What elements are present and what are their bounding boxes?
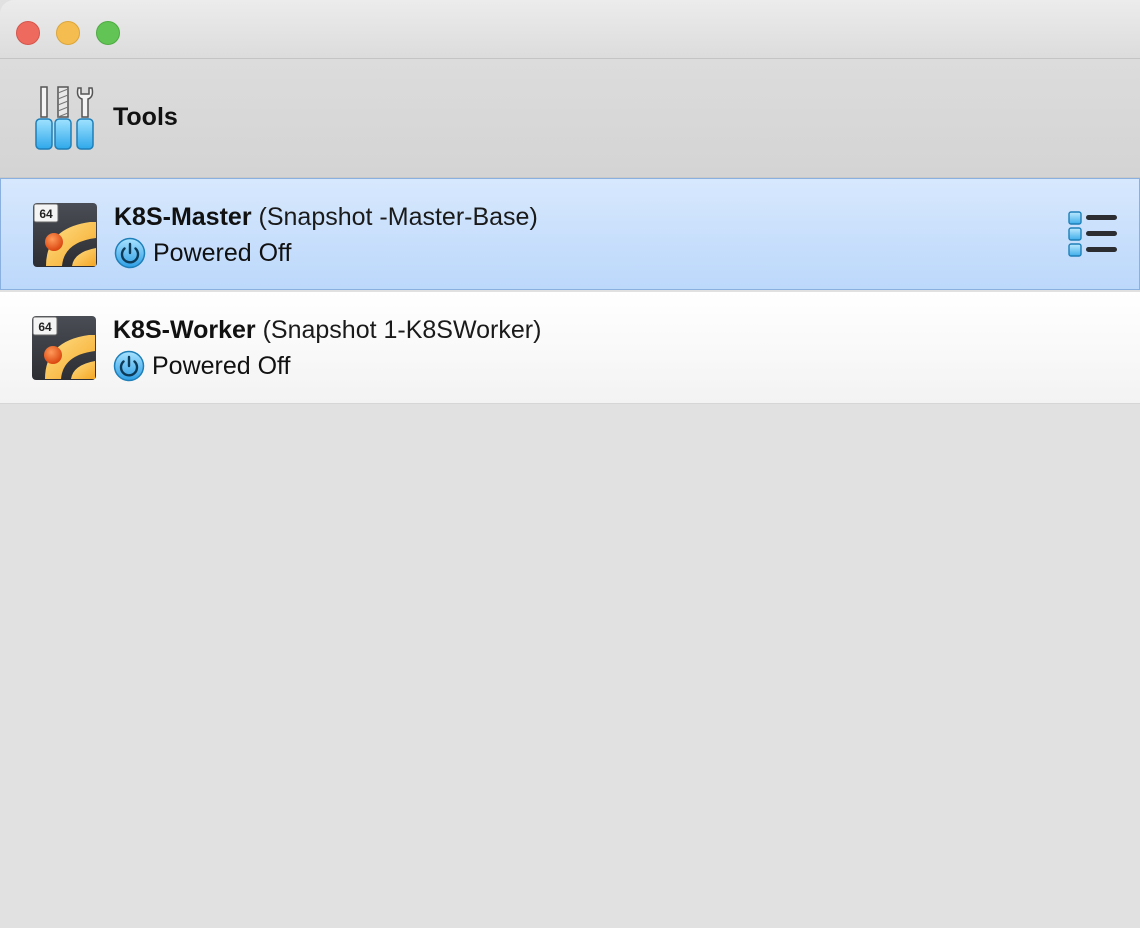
vm-os-icon: 64	[32, 316, 96, 380]
vm-state: Powered Off	[113, 350, 291, 382]
vm-title: K8S-Worker (Snapshot 1-K8SWorker)	[113, 316, 541, 345]
vm-state-label: Powered Off	[152, 351, 291, 380]
arch-badge-64: 64	[39, 207, 53, 221]
vm-state: Powered Off	[114, 237, 292, 269]
close-window-button[interactable]	[16, 21, 40, 45]
vm-os-icon: 64	[33, 203, 97, 267]
virtualbox-window: Tools 64 K8S-Master (Snapshot -Master-Ba…	[0, 0, 1140, 928]
vm-snapshot-name: (Snapshot 1-K8SWorker)	[262, 316, 542, 344]
vm-title: K8S-Master (Snapshot -Master-Base)	[114, 203, 538, 232]
vm-snapshot-name: (Snapshot -Master-Base)	[258, 203, 538, 231]
power-off-icon	[113, 350, 145, 382]
tools-label: Tools	[113, 103, 178, 131]
power-off-icon	[114, 237, 146, 269]
vm-details-menu-icon[interactable]	[1067, 210, 1119, 258]
vm-list-item-k8s-master[interactable]: 64 K8S-Master (Snapshot -Master-Base) Po…	[0, 178, 1140, 290]
vm-list-empty-area	[0, 405, 1140, 928]
tools-item[interactable]: Tools	[0, 59, 1140, 178]
vm-name: K8S-Worker	[113, 316, 256, 344]
minimize-window-button[interactable]	[56, 21, 80, 45]
zoom-window-button[interactable]	[96, 21, 120, 45]
title-bar	[0, 0, 1140, 59]
vm-list-item-k8s-worker[interactable]: 64 K8S-Worker (Snapshot 1-K8SWorker) Pow…	[0, 292, 1140, 404]
tools-icon	[35, 86, 94, 150]
vm-name: K8S-Master	[114, 203, 252, 231]
arch-badge-64: 64	[38, 320, 52, 334]
vm-state-label: Powered Off	[153, 238, 292, 267]
